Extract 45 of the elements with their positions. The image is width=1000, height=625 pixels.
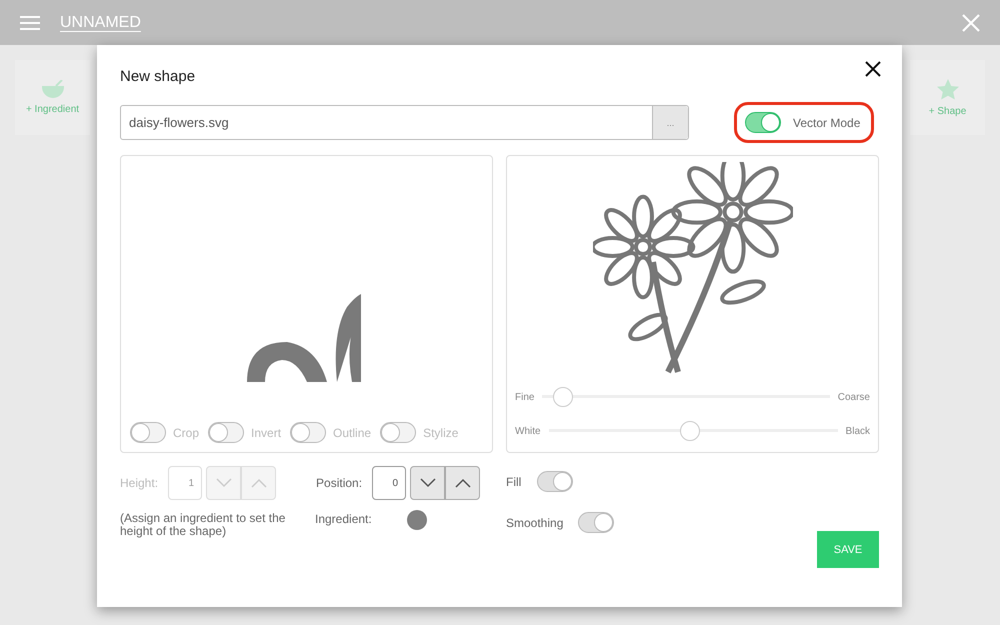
toggle-label: Stylize [423, 426, 458, 440]
field-label: Position: [316, 476, 362, 490]
slider-label: Black [846, 426, 870, 436]
slider-label: Coarse [838, 392, 870, 402]
menu-icon[interactable] [20, 16, 40, 30]
dialog-title: New shape [120, 68, 196, 85]
slider-label: Fine [515, 392, 534, 402]
toggle-label: Outline [333, 426, 372, 440]
toggle-label: Invert [251, 426, 282, 440]
toggle-label: Smoothing [506, 516, 564, 530]
close-button[interactable] [865, 61, 881, 77]
field-label: Ingredient: [315, 512, 372, 526]
hint-text: (Assign an ingredient to set the height of the shape) [120, 512, 286, 538]
card-label: + Shape [928, 106, 966, 116]
toggle-switch[interactable] [745, 112, 781, 133]
slider-label: White [515, 426, 541, 436]
decrement-button[interactable] [410, 466, 446, 500]
chevron-down-icon [216, 478, 232, 488]
app-title[interactable]: UNNAMED [60, 14, 141, 32]
toggle-label: Vector Mode [793, 116, 860, 130]
star-icon [936, 78, 958, 100]
chevron-up-icon [250, 478, 267, 488]
toggle-switch[interactable] [130, 422, 166, 443]
bowl-icon [42, 80, 64, 98]
number-field[interactable]: 0 [372, 466, 406, 500]
chevron-down-icon [420, 478, 436, 488]
add-card[interactable]: + Ingredient [15, 60, 90, 135]
toggle-label: Crop [173, 426, 200, 440]
slider-thumb[interactable] [680, 421, 700, 441]
toggle-switch[interactable] [578, 512, 614, 533]
field-label: Height: [120, 476, 158, 490]
chevron-up-icon [454, 478, 471, 488]
browse-button[interactable]: ... [652, 106, 688, 139]
card-label: + Ingredient [26, 104, 80, 115]
slider-thumb[interactable] [552, 387, 573, 407]
add-card[interactable]: + Shape [910, 60, 985, 135]
file-field[interactable]: daisy-flowers.svg ... [120, 105, 689, 140]
toggle-switch[interactable] [537, 471, 574, 492]
toggle-switch[interactable] [380, 422, 416, 443]
ingredient-dot[interactable] [406, 510, 427, 530]
toggle-switch[interactable] [290, 422, 326, 443]
increment-button[interactable] [445, 466, 480, 500]
toggle-label: Fill [506, 474, 522, 488]
toggle-switch[interactable] [208, 422, 244, 443]
save-button[interactable]: SAVE [817, 531, 879, 568]
